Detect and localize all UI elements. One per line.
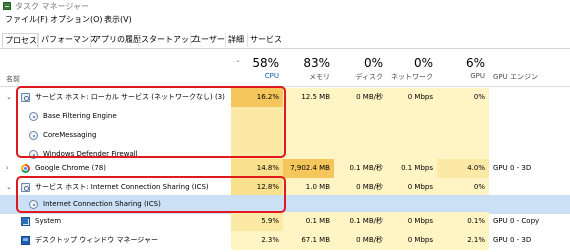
memory-value: 12.5 MB — [283, 88, 334, 107]
service-host-icon — [21, 93, 30, 102]
column-header-network[interactable]: 0% ネットワーク — [387, 56, 437, 84]
title-bar: タスク マネージャー — [0, 0, 570, 13]
disk-value: 0.1 MB/秒 — [334, 159, 387, 178]
cpu-value: 5.9% — [231, 212, 283, 231]
service-name: Base Filtering Engine — [43, 112, 117, 120]
column-header-memory[interactable]: 83% メモリ — [283, 56, 334, 84]
process-name: System — [35, 217, 62, 225]
tab-app-history[interactable]: アプリの履歴 — [90, 33, 141, 47]
column-header-gpu-engine[interactable]: GPU エンジン — [489, 56, 570, 84]
memory-total: 83% — [303, 56, 330, 70]
service-gear-icon — [29, 150, 38, 159]
column-label-name: 名前 — [6, 75, 20, 83]
desktop-window-manager-icon — [21, 236, 30, 245]
system-window-icon — [21, 217, 30, 226]
disk-value: 0 MB/秒 — [334, 88, 387, 107]
gpu-engine-value: GPU 0 - 3D — [493, 236, 532, 244]
gpu-engine-value: GPU 0 - Copy — [493, 217, 540, 225]
cpu-value: 2.3% — [231, 231, 283, 250]
gpu-value: 0% — [437, 88, 489, 107]
disk-value: 0.1 MB/秒 — [334, 212, 387, 231]
column-label-disk: ディスク — [355, 73, 383, 81]
disk-value: 0 MB/秒 — [334, 231, 387, 250]
tab-processes[interactable]: プロセス — [2, 33, 38, 48]
gpu-engine-value — [493, 88, 570, 107]
column-header-gpu[interactable]: 6% GPU — [437, 56, 489, 84]
tab-bar: プロセス パフォーマンス アプリの履歴 スタートアップ ユーザー 詳細 サービス — [0, 33, 570, 49]
network-total: 0% — [413, 56, 433, 70]
gpu-value: 0.1% — [437, 212, 489, 231]
expand-chevron-icon[interactable]: ⌄ — [6, 88, 12, 107]
process-row-system[interactable]: System 5.9% 0.1 MB 0.1 MB/秒 0 Mbps 0.1% … — [0, 212, 570, 231]
chrome-icon — [21, 164, 30, 173]
cpu-total: 58% — [252, 56, 279, 70]
column-header-name[interactable]: 名前 — [0, 56, 231, 84]
memory-value: 0.1 MB — [283, 212, 334, 231]
column-header-cpu[interactable]: 58% CPU — [231, 56, 283, 84]
process-row-google-chrome[interactable]: › Google Chrome (78) 14.8% 7,902.4 MB 0.… — [0, 159, 570, 178]
service-gear-icon — [29, 112, 38, 121]
memory-value: 67.1 MB — [283, 231, 334, 250]
tab-users[interactable]: ユーザー — [190, 33, 225, 47]
menu-view[interactable]: 表示(V) — [104, 14, 132, 25]
process-row-service-host-local[interactable]: ⌄ サービス ホスト: ローカル サービス (ネットワークなし) (3) 16.… — [0, 88, 570, 107]
cpu-value: 14.8% — [231, 159, 283, 178]
expand-chevron-icon[interactable]: › — [6, 159, 9, 178]
process-name: Google Chrome (78) — [35, 164, 106, 172]
cpu-value: 16.2% — [231, 88, 283, 107]
process-name: サービス ホスト: ローカル サービス (ネットワークなし) (3) — [35, 93, 225, 101]
service-row-coremessaging[interactable]: CoreMessaging — [0, 126, 570, 145]
disk-total: 0% — [363, 56, 383, 70]
service-gear-icon — [29, 131, 38, 140]
service-row-base-filtering-engine[interactable]: Base Filtering Engine — [0, 107, 570, 126]
network-value: 0 Mbps — [387, 212, 437, 231]
service-host-icon — [21, 183, 30, 192]
menu-options[interactable]: オプション(O) — [50, 14, 103, 25]
window-title: タスク マネージャー — [15, 2, 89, 11]
network-value: 0 Mbps — [387, 231, 437, 250]
network-value: 0 Mbps — [387, 88, 437, 107]
process-name: デスクトップ ウィンドウ マネージャー — [35, 236, 158, 244]
tab-startup[interactable]: スタートアップ — [138, 33, 197, 47]
tab-details[interactable]: 詳細 — [225, 33, 247, 47]
network-value: 0.1 Mbps — [387, 159, 437, 178]
column-label-gpu: GPU — [470, 72, 485, 80]
memory-value: 7,902.4 MB — [283, 159, 334, 178]
column-header-disk[interactable]: 0% ディスク — [334, 56, 387, 84]
task-manager-icon — [3, 2, 11, 10]
gpu-value: 2.1% — [437, 231, 489, 250]
header-divider — [0, 86, 570, 87]
column-label-cpu: CPU — [264, 72, 279, 80]
column-label-memory: メモリ — [309, 73, 330, 81]
column-label-gpu-engine: GPU エンジン — [493, 73, 538, 81]
service-gear-icon — [29, 200, 38, 209]
gpu-engine-value: GPU 0 - 3D — [493, 164, 532, 172]
gpu-total: 6% — [465, 56, 485, 70]
tab-services[interactable]: サービス — [247, 33, 282, 47]
menu-file[interactable]: ファイル(F) — [5, 14, 48, 25]
process-row-desktop-window-manager[interactable]: デスクトップ ウィンドウ マネージャー 2.3% 67.1 MB 0 MB/秒 … — [0, 231, 570, 250]
tab-performance[interactable]: パフォーマンス — [38, 33, 97, 47]
service-name: CoreMessaging — [43, 131, 97, 139]
gpu-value: 4.0% — [437, 159, 489, 178]
column-label-network: ネットワーク — [391, 73, 433, 81]
